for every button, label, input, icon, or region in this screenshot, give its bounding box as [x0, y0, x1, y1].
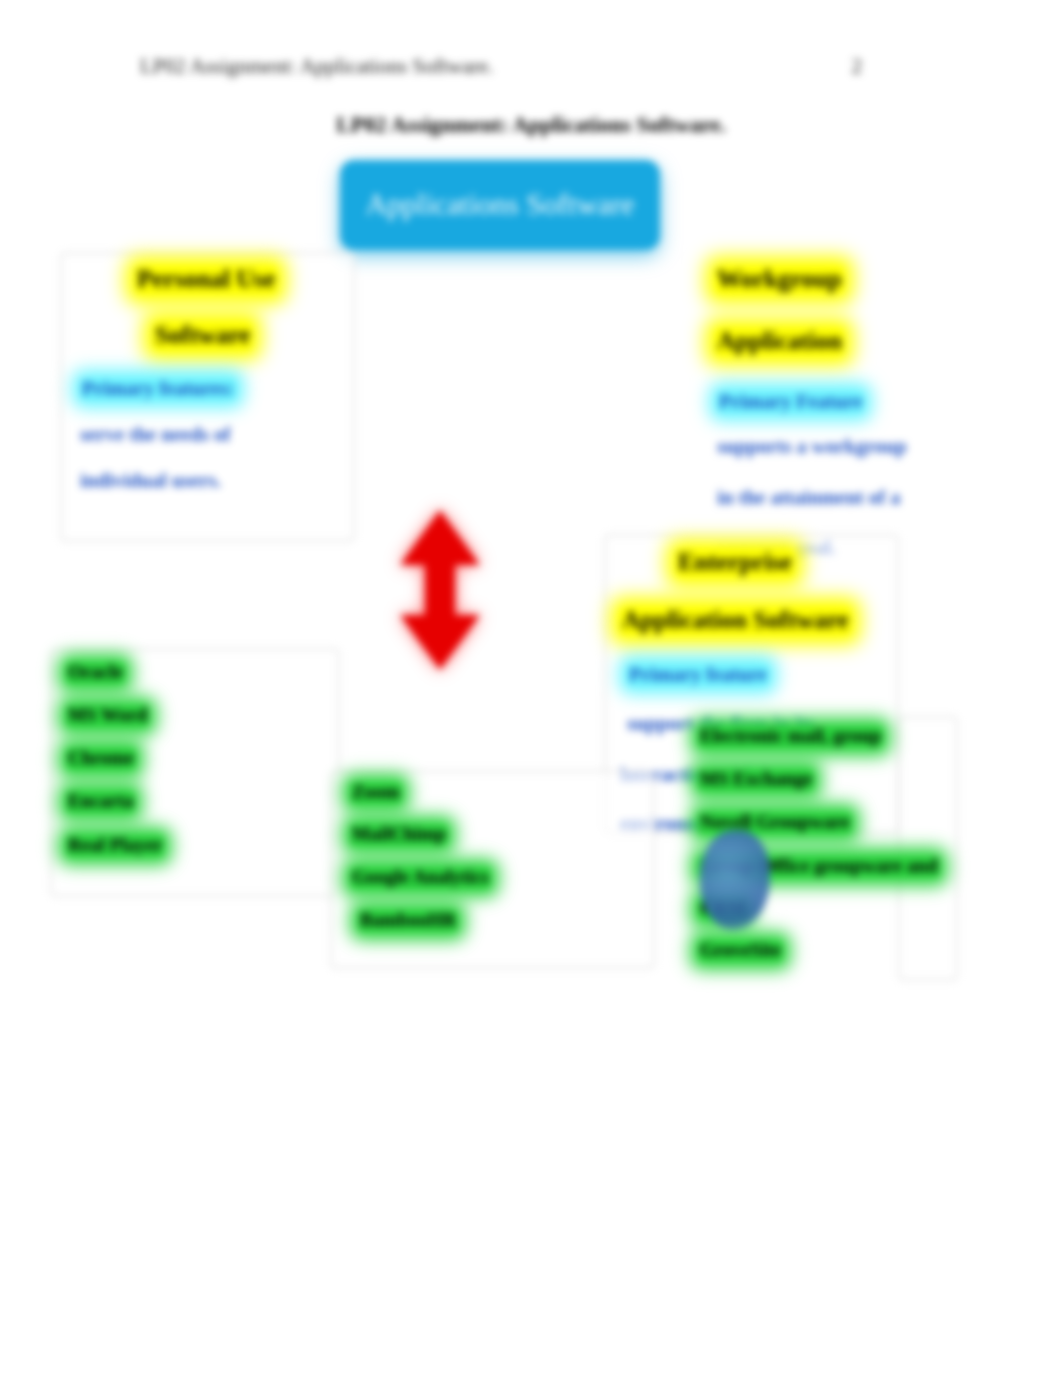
- workgroup-heading-2: Application: [715, 328, 844, 356]
- list-item: Zoom: [350, 782, 402, 804]
- workgroup-feature-2: in the attainment of a: [717, 487, 900, 510]
- root-label: Applications Software: [365, 188, 634, 222]
- enterprise-feature-label: Primary feature: [627, 664, 769, 686]
- personal-feature-1: serve the needs of: [80, 424, 231, 447]
- list-item: GroveSite: [698, 940, 783, 962]
- double-arrow-icon: [385, 510, 495, 670]
- decorative-blob: [700, 830, 770, 930]
- workgroup-feature-1: supports a workgroup: [717, 436, 907, 459]
- enterprise-heading-1: Enterprise: [676, 549, 794, 577]
- list-item: MS Exchange: [698, 769, 814, 791]
- workgroup-feature-label: Primary Feature: [717, 391, 864, 413]
- page-number: 2: [852, 54, 863, 79]
- header-title: LP02 Assignment: Applications Software.: [140, 54, 493, 79]
- enterprise-heading-2: Application Software: [620, 607, 851, 635]
- workgroup-heading-1: Workgroup: [715, 266, 844, 294]
- list-item: Electronic mail, group: [698, 726, 883, 748]
- personal-heading-2: Software: [153, 322, 252, 350]
- personal-feature-label: Primary features:: [80, 378, 236, 400]
- root-node: Applications Software: [340, 160, 660, 250]
- workgroup-examples-panel: [898, 716, 958, 981]
- list-item: Chrome: [66, 748, 136, 770]
- list-item: Encarta: [66, 791, 135, 813]
- list-item: Real Player: [66, 835, 164, 857]
- list-item: Novell Groupware: [698, 812, 852, 834]
- personal-feature-2: individual users.: [80, 470, 221, 493]
- list-item: MS Word: [66, 705, 149, 727]
- list-item: BambooHR: [358, 910, 458, 932]
- page-title: LP02 Assignment: Applications Software.: [0, 112, 1062, 138]
- list-item: Google Analytics: [350, 867, 491, 889]
- list-item: MailChimp: [350, 824, 448, 846]
- personal-heading-1: Personal Use: [135, 266, 277, 294]
- list-item: Oracle: [66, 662, 125, 684]
